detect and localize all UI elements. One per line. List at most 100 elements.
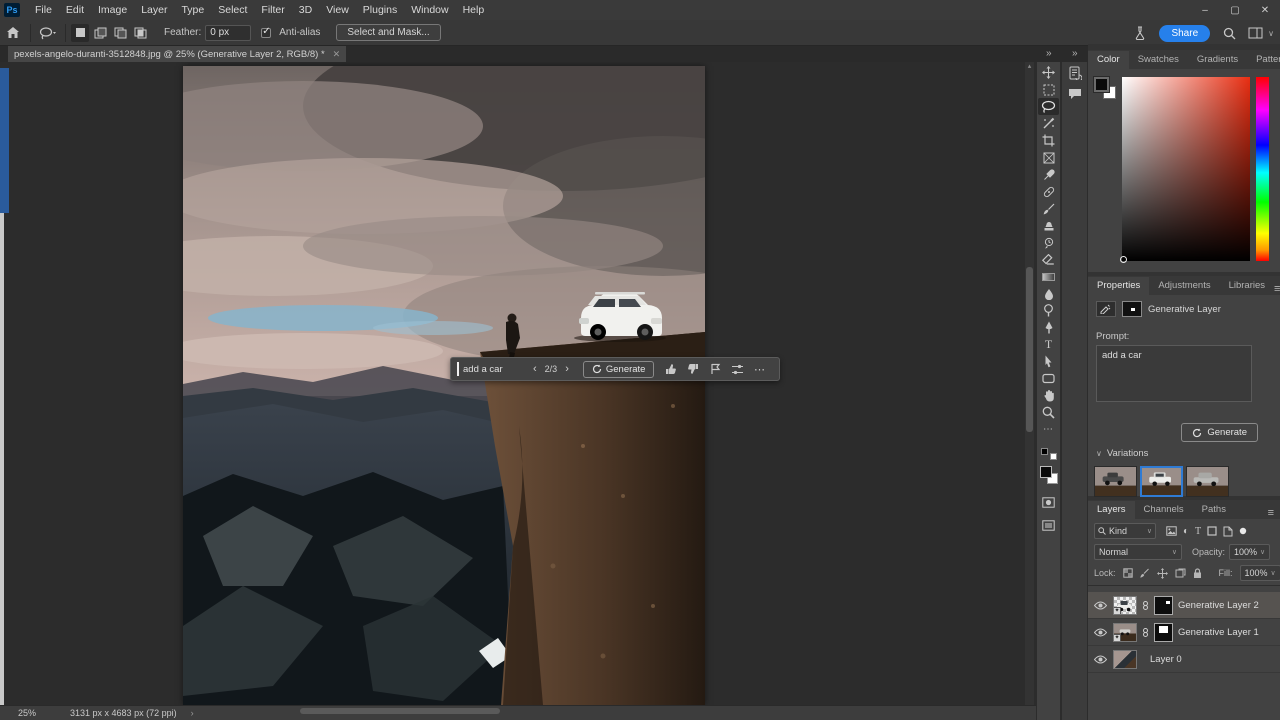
panel-menu-icon[interactable]: ≡ <box>1268 507 1274 519</box>
pen-tool[interactable] <box>1038 319 1059 336</box>
comments-panel-icon[interactable] <box>1068 88 1082 100</box>
layer-name[interactable]: Generative Layer 1 <box>1178 627 1259 638</box>
layer-thumbnail[interactable]: ✦ <box>1113 595 1137 615</box>
vertical-scrollbar-thumb[interactable] <box>1026 267 1033 432</box>
generate-button[interactable]: Generate <box>1181 423 1258 442</box>
filter-type-layers-icon[interactable]: T <box>1195 526 1201 537</box>
next-variation-icon[interactable]: › <box>557 363 577 375</box>
add-to-selection-mode-button[interactable] <box>91 24 109 42</box>
status-expand-icon[interactable]: › <box>191 708 194 718</box>
vertical-scrollbar[interactable]: ▴ <box>1025 62 1034 705</box>
foreground-background-colors[interactable] <box>1039 466 1058 484</box>
quick-mask-button[interactable] <box>1038 494 1059 511</box>
hue-slider[interactable] <box>1256 77 1269 261</box>
beaker-icon[interactable] <box>1129 23 1151 43</box>
flag-icon[interactable] <box>704 360 726 378</box>
clone-stamp-tool[interactable] <box>1038 217 1059 234</box>
menu-edit[interactable]: Edit <box>59 0 91 20</box>
lock-all-icon[interactable] <box>1193 567 1202 579</box>
visibility-eye-icon[interactable] <box>1092 655 1108 664</box>
layer-thumbnail[interactable] <box>1113 649 1137 669</box>
variations-chevron-icon[interactable]: ∨ <box>1096 449 1102 458</box>
tab-color[interactable]: Color <box>1088 51 1129 69</box>
menu-type[interactable]: Type <box>174 0 211 20</box>
scroll-up-icon[interactable]: ▴ <box>1025 62 1034 71</box>
blend-mode-select[interactable]: Normal ∨ <box>1094 544 1182 560</box>
layer-name[interactable]: Generative Layer 2 <box>1178 600 1259 611</box>
intersect-selection-mode-button[interactable] <box>131 24 149 42</box>
lock-transparency-icon[interactable] <box>1122 568 1133 578</box>
zoom-tool[interactable] <box>1038 404 1059 421</box>
history-brush-tool[interactable] <box>1038 234 1059 251</box>
close-button[interactable]: ✕ <box>1250 0 1280 20</box>
zoom-level[interactable]: 25% <box>18 708 36 718</box>
tab-properties[interactable]: Properties <box>1088 277 1150 295</box>
menu-plugins[interactable]: Plugins <box>356 0 404 20</box>
tab-swatches[interactable]: Swatches <box>1129 51 1188 69</box>
color-panel-swatches[interactable] <box>1093 76 1118 101</box>
horizontal-scrollbar-thumb[interactable] <box>300 708 500 714</box>
crop-tool[interactable] <box>1038 132 1059 149</box>
variation-thumbnail-1[interactable] <box>1094 466 1137 497</box>
antialias-checkbox[interactable] <box>261 26 272 38</box>
screen-mode-button[interactable] <box>1038 517 1059 534</box>
collapse-toolbar-icon[interactable]: » <box>1046 48 1051 59</box>
lock-pixels-icon[interactable] <box>1139 568 1150 579</box>
maximize-button[interactable]: ▢ <box>1220 0 1250 20</box>
new-selection-mode-button[interactable] <box>71 23 89 42</box>
layer-mask-thumbnail[interactable] <box>1154 595 1173 615</box>
lock-artboard-icon[interactable] <box>1175 568 1186 578</box>
eyedropper-tool[interactable] <box>1038 166 1059 183</box>
thumbs-down-icon[interactable] <box>682 360 704 378</box>
collapse-panels-icon[interactable]: » <box>1072 48 1077 59</box>
taskbar-prompt-input[interactable]: add a car <box>463 364 525 375</box>
more-options-icon[interactable]: ⋯ <box>748 360 770 378</box>
gradient-tool[interactable] <box>1038 268 1059 285</box>
type-tool[interactable]: T <box>1038 336 1059 353</box>
tab-adjustments[interactable]: Adjustments <box>1149 277 1219 295</box>
eraser-tool[interactable] <box>1038 251 1059 268</box>
object-selection-tool[interactable] <box>1038 115 1059 132</box>
subtract-from-selection-mode-button[interactable] <box>111 24 129 42</box>
share-button[interactable]: Share <box>1159 24 1211 42</box>
thumbs-up-icon[interactable] <box>660 360 682 378</box>
layer-mask-thumbnail[interactable] <box>1154 622 1173 642</box>
path-selection-tool[interactable] <box>1038 353 1059 370</box>
layer-row-generative-layer-2[interactable]: ✦ Generative Layer 2 <box>1088 592 1280 619</box>
menu-layer[interactable]: Layer <box>134 0 174 20</box>
tab-channels[interactable]: Channels <box>1135 501 1193 519</box>
layer-name[interactable]: Layer 0 <box>1150 654 1182 665</box>
frame-tool[interactable] <box>1038 149 1059 166</box>
filter-toggle-icon[interactable] <box>1239 527 1247 535</box>
tab-libraries[interactable]: Libraries <box>1220 277 1274 295</box>
lock-position-icon[interactable] <box>1156 567 1168 579</box>
hand-tool[interactable] <box>1038 387 1059 404</box>
dodge-tool[interactable] <box>1038 302 1059 319</box>
opacity-value[interactable]: 100% ∨ <box>1229 544 1271 560</box>
lasso-tool[interactable] <box>1038 98 1059 115</box>
foreground-color-swatch[interactable] <box>1039 466 1052 478</box>
minimize-button[interactable]: – <box>1190 0 1220 20</box>
filter-shape-layers-icon[interactable] <box>1207 526 1217 536</box>
menu-view[interactable]: View <box>319 0 356 20</box>
spot-healing-brush-tool[interactable] <box>1038 183 1059 200</box>
tab-close-icon[interactable]: ✕ <box>333 49 341 60</box>
layer-filter-kind-select[interactable]: Kind ∨ <box>1094 523 1156 539</box>
home-icon[interactable] <box>2 23 24 43</box>
visibility-eye-icon[interactable] <box>1092 601 1108 610</box>
shape-tool[interactable] <box>1038 370 1059 387</box>
prompt-textarea[interactable]: add a car <box>1096 345 1252 402</box>
visibility-eye-icon[interactable] <box>1092 628 1108 637</box>
menu-filter[interactable]: Filter <box>254 0 291 20</box>
previous-variation-icon[interactable]: ‹ <box>525 363 545 375</box>
color-field-marker[interactable] <box>1120 256 1127 263</box>
default-swap-colors-icon[interactable] <box>1040 448 1057 460</box>
document-tab[interactable]: pexels-angelo-duranti-3512848.jpg @ 25% … <box>8 46 347 62</box>
filter-pixel-layers-icon[interactable] <box>1166 526 1177 536</box>
layer-row-layer-0[interactable]: Layer 0 <box>1088 646 1280 673</box>
canvas-image[interactable] <box>183 66 705 705</box>
brush-tool[interactable] <box>1038 200 1059 217</box>
layer-thumbnail[interactable]: ✦ <box>1113 622 1137 642</box>
workspace-switcher-icon[interactable] <box>1244 23 1266 43</box>
edit-toolbar-icon[interactable]: ⋯ <box>1038 421 1059 438</box>
